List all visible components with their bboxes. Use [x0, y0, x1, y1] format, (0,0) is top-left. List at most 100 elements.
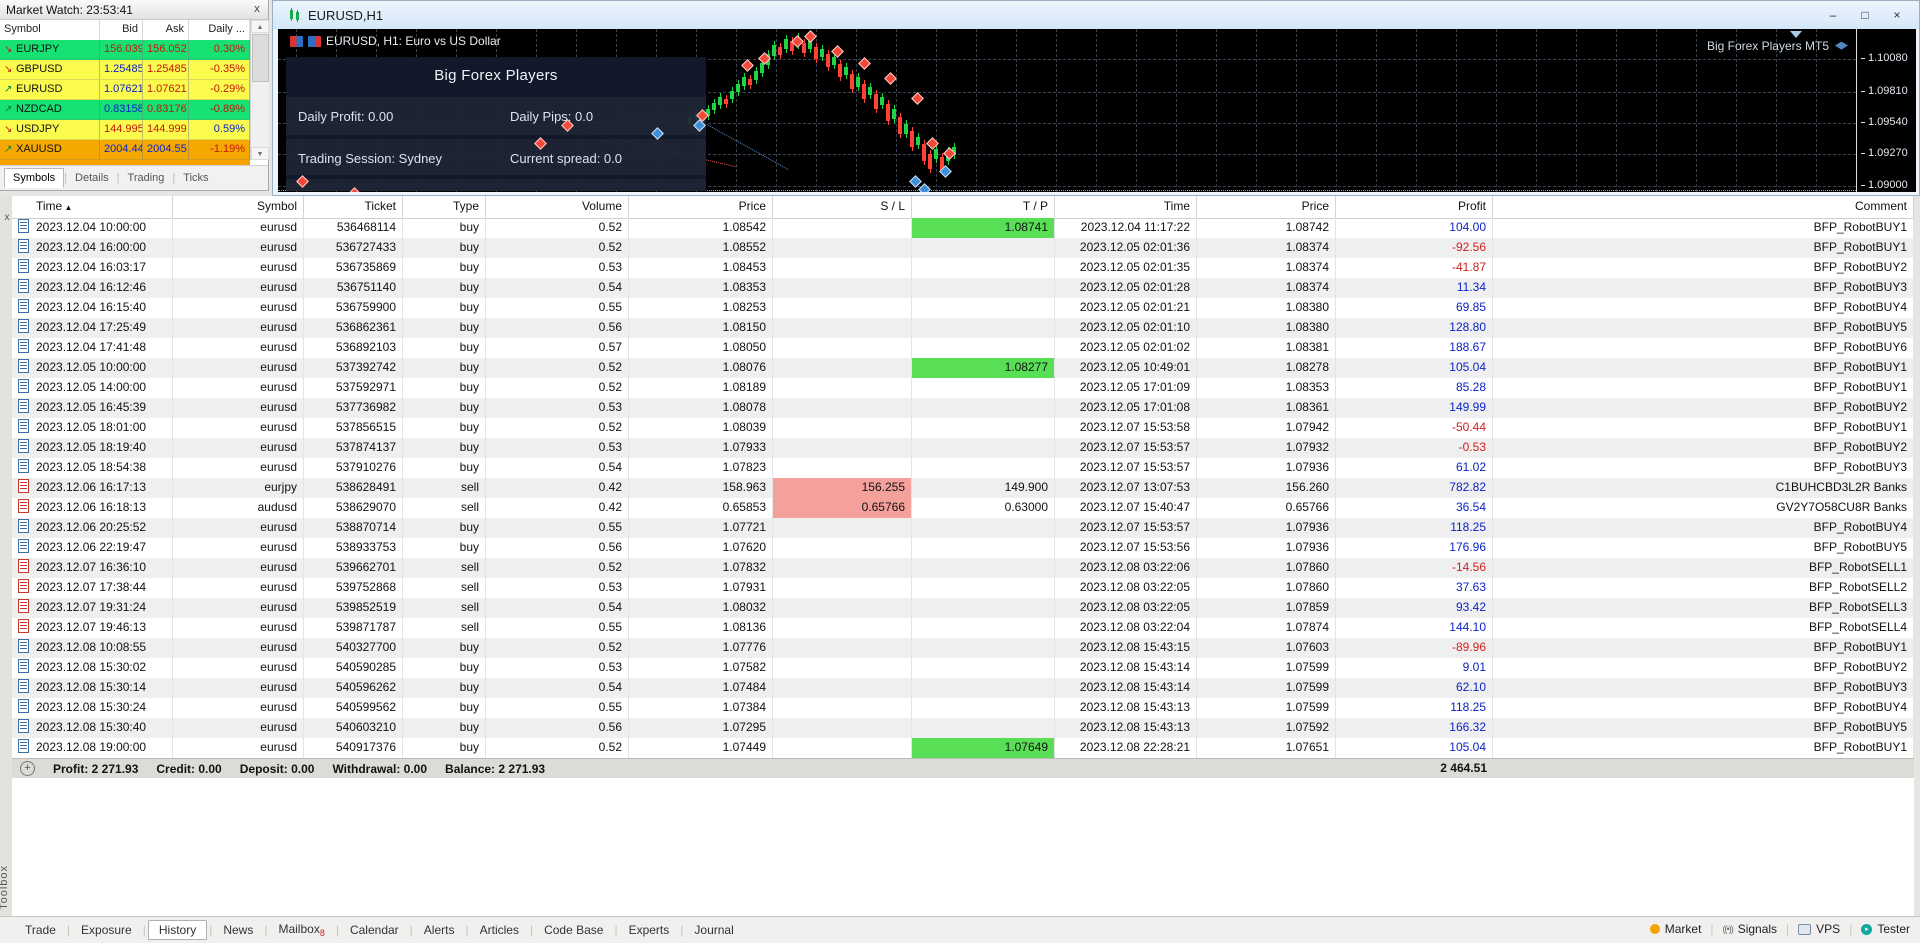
history-row[interactable]: 2023.12.08 15:30:02 eurusd 540590285 buy 0.5… [12, 658, 1914, 678]
expand-icon[interactable]: + [20, 761, 35, 776]
market-watch-scrollbar[interactable]: ▲ ▼ [250, 20, 269, 160]
status-market[interactable]: Market [1649, 922, 1701, 936]
history-column-tp[interactable]: T / P [912, 196, 1055, 218]
history-row[interactable]: 2023.12.05 16:45:39 eurusd 537736982 buy 0.5… [12, 398, 1914, 418]
cell-sl [773, 738, 912, 758]
minimize-button[interactable]: – [1819, 5, 1847, 25]
market-watch-row-xauusd[interactable]: ↗ XAUUSD 2004.44 2004.55 -1.19% [0, 140, 250, 160]
chart-window-titlebar[interactable]: EURUSD,H1 [273, 1, 1919, 29]
tab-history[interactable]: History [147, 920, 208, 940]
ask-value: 1.07621 [143, 80, 189, 100]
history-row[interactable]: 2023.12.08 15:30:24 eurusd 540599562 buy 0.5… [12, 698, 1914, 718]
cell-price-open: 1.07384 [629, 698, 773, 718]
market-watch-row-gbpusd[interactable]: ↘ GBPUSD 1.25485 1.25485 -0.35% [0, 60, 250, 80]
history-row[interactable]: 2023.12.08 19:00:00 eurusd 540917376 buy 0.5… [12, 738, 1914, 758]
status-vps[interactable]: VPS [1798, 922, 1840, 936]
history-row[interactable]: 2023.12.06 22:19:47 eurusd 538933753 buy 0.5… [12, 538, 1914, 558]
cell-volume: 0.53 [486, 578, 629, 598]
history-row[interactable]: 2023.12.07 17:38:44 eurusd 539752868 sell 0.… [12, 578, 1914, 598]
maximize-button[interactable]: □ [1851, 5, 1879, 25]
market-watch-row-eurjpy[interactable]: ↘ EURJPY 156.039 156.052 0.30% [0, 40, 250, 60]
history-row[interactable]: 2023.12.04 16:03:17 eurusd 536735869 buy 0.5… [12, 258, 1914, 278]
history-column-time-close[interactable]: Time [1055, 196, 1197, 218]
market-watch-row-usdjpy[interactable]: ↘ USDJPY 144.995 144.999 0.59% [0, 120, 250, 140]
history-column-price-close[interactable]: Price [1197, 196, 1336, 218]
toolbox-vertical-label: Toolbox [0, 865, 10, 910]
mw-tab-symbols[interactable]: Symbols [4, 168, 65, 188]
column-symbol[interactable]: Symbol [0, 20, 100, 40]
tab-journal[interactable]: Journal [685, 920, 742, 940]
history-row[interactable]: 2023.12.07 16:36:10 eurusd 539662701 sell 0.… [12, 558, 1914, 578]
history-column-comment-close[interactable]: Comment [1493, 196, 1914, 218]
history-column-time[interactable]: Time ▲ [12, 196, 173, 218]
history-column-ticket[interactable]: Ticket [304, 196, 403, 218]
cell-price-close: 1.08380 [1197, 318, 1336, 338]
mw-tab-ticks[interactable]: Ticks [175, 169, 216, 187]
tab-articles[interactable]: Articles [471, 920, 528, 940]
history-column-type[interactable]: Type [403, 196, 486, 218]
sell-deal-icon [18, 559, 29, 573]
status-signals[interactable]: ((•)) Signals [1723, 922, 1778, 936]
scrollbar-thumb[interactable] [252, 34, 269, 82]
history-row[interactable]: 2023.12.05 14:00:00 eurusd 537592971 buy 0.5… [12, 378, 1914, 398]
close-icon[interactable]: x [250, 2, 264, 16]
mw-tab-details[interactable]: Details [67, 169, 117, 187]
history-row[interactable]: 2023.12.06 16:17:13 eurjpy 538628491 sell 0.… [12, 478, 1914, 498]
tab-exposure[interactable]: Exposure [72, 920, 141, 940]
one-click-trading-icon[interactable] [308, 35, 321, 47]
close-button[interactable]: × [1883, 5, 1911, 25]
mw-tab-trading[interactable]: Trading [120, 169, 173, 187]
history-column-price[interactable]: Price [629, 196, 773, 218]
history-row[interactable]: 2023.12.08 15:30:14 eurusd 540596262 buy 0.5… [12, 678, 1914, 698]
scroll-up-icon[interactable]: ▲ [251, 20, 269, 33]
tab-news[interactable]: News [214, 920, 262, 940]
history-row[interactable]: 2023.12.04 16:12:46 eurusd 536751140 buy 0.5… [12, 278, 1914, 298]
history-column-sl[interactable]: S / L [773, 196, 912, 218]
tab-trade[interactable]: Trade [16, 920, 65, 940]
history-rows: 2023.12.04 10:00:00 eurusd 536468114 buy 0.5… [12, 218, 1914, 758]
history-row[interactable]: 2023.12.05 18:19:40 eurusd 537874137 buy 0.5… [12, 438, 1914, 458]
market-watch-row-nzdcad[interactable]: ↗ NZDCAD 0.83158 0.83176 -0.89% [0, 100, 250, 120]
daily-change: 0.30% [189, 40, 250, 60]
history-row[interactable]: 2023.12.05 10:00:00 eurusd 537392742 buy 0.5… [12, 358, 1914, 378]
cell-type: buy [403, 458, 486, 478]
column-ask[interactable]: Ask [143, 20, 189, 40]
history-row[interactable]: 2023.12.06 16:18:13 audusd 538629070 sell 0.… [12, 498, 1914, 518]
history-row[interactable]: 2023.12.04 17:41:48 eurusd 536892103 buy 0.5… [12, 338, 1914, 358]
price-scale[interactable]: 1.10080 1.09810 1.09540 1.09270 1.09000 [1856, 29, 1916, 192]
history-row[interactable]: 2023.12.06 20:25:52 eurusd 538870714 buy 0.5… [12, 518, 1914, 538]
scroll-down-icon[interactable]: ▼ [251, 147, 269, 160]
cell-profit: 104.00 [1336, 218, 1493, 238]
tab-experts[interactable]: Experts [620, 920, 679, 940]
cell-sl [773, 718, 912, 738]
column-daily[interactable]: Daily ... [189, 20, 250, 40]
cell-price-open: 1.08542 [629, 218, 773, 238]
tab-calendar[interactable]: Calendar [341, 920, 408, 940]
cell-price-open: 0.65853 [629, 498, 773, 518]
history-row[interactable]: 2023.12.04 16:15:40 eurusd 536759900 buy 0.5… [12, 298, 1914, 318]
tab-alerts[interactable]: Alerts [415, 920, 464, 940]
history-column-volume[interactable]: Volume [486, 196, 629, 218]
market-watch-row-eurusd[interactable]: ↗ EURUSD 1.07621 1.07621 -0.29% [0, 80, 250, 100]
tab-code-base[interactable]: Code Base [535, 920, 612, 940]
history-row[interactable]: 2023.12.07 19:31:24 eurusd 539852519 sell 0.… [12, 598, 1914, 618]
depth-of-market-icon[interactable] [290, 35, 303, 47]
toolbox-close-icon[interactable]: x [2, 212, 12, 224]
cell-sl [773, 598, 912, 618]
history-row[interactable]: 2023.12.04 16:00:00 eurusd 536727433 buy 0.5… [12, 238, 1914, 258]
chart-canvas[interactable]: EURUSD, H1: Euro vs US Dollar Big Forex … [278, 29, 1916, 192]
history-row[interactable]: 2023.12.05 18:54:38 eurusd 537910276 buy 0.5… [12, 458, 1914, 478]
history-row[interactable]: 2023.12.08 10:08:55 eurusd 540327700 buy 0.5… [12, 638, 1914, 658]
cell-ticket: 537910276 [304, 458, 403, 478]
history-column-profit-close[interactable]: Profit [1336, 196, 1493, 218]
history-row[interactable]: 2023.12.07 19:46:13 eurusd 539871787 sell 0.… [12, 618, 1914, 638]
column-bid[interactable]: Bid [100, 20, 143, 40]
symbol-name: USDJPY [16, 123, 60, 135]
status-tester[interactable]: ▸ Tester [1861, 922, 1910, 936]
history-row[interactable]: 2023.12.05 18:01:00 eurusd 537856515 buy 0.5… [12, 418, 1914, 438]
history-row[interactable]: 2023.12.08 15:30:40 eurusd 540603210 buy 0.5… [12, 718, 1914, 738]
history-column-symbol[interactable]: Symbol [173, 196, 304, 218]
history-row[interactable]: 2023.12.04 10:00:00 eurusd 536468114 buy 0.5… [12, 218, 1914, 238]
tab-mailbox[interactable]: Mailbox8 [269, 919, 333, 941]
history-row[interactable]: 2023.12.04 17:25:49 eurusd 536862361 buy 0.5… [12, 318, 1914, 338]
